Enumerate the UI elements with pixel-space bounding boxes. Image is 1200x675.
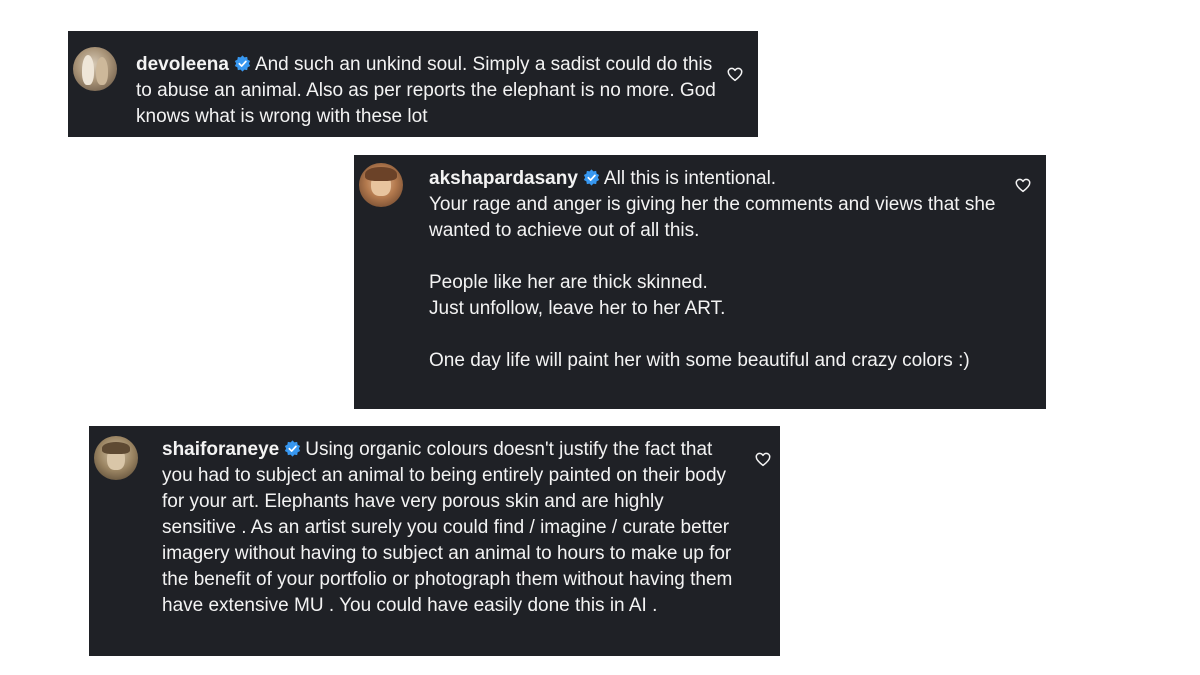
username[interactable]: akshapardasany	[429, 168, 578, 189]
heart-outline-icon[interactable]	[726, 65, 744, 83]
verified-badge-icon	[234, 55, 251, 72]
comment-text-block: akshapardasany All this is intentional. Y…	[429, 166, 1004, 374]
comment-card: akshapardasany All this is intentional. Y…	[354, 155, 1046, 409]
heart-outline-icon[interactable]	[754, 450, 772, 468]
comment-card: devoleena And such an unkind soul. Simply…	[68, 31, 758, 137]
comment-text-block: shaiforaneye Using organic colours doesn'…	[162, 437, 737, 619]
username[interactable]: shaiforaneye	[162, 439, 279, 460]
avatar[interactable]	[94, 436, 138, 480]
comment-card: shaiforaneye Using organic colours doesn'…	[89, 426, 780, 656]
heart-outline-icon[interactable]	[1014, 176, 1032, 194]
avatar[interactable]	[359, 163, 403, 207]
comment-text-block: devoleena And such an unkind soul. Simply…	[136, 52, 716, 130]
verified-badge-icon	[583, 169, 600, 186]
avatar[interactable]	[73, 47, 117, 91]
verified-badge-icon	[285, 440, 301, 457]
comment-text: Using organic colours doesn't justify th…	[162, 439, 733, 616]
username[interactable]: devoleena	[136, 54, 229, 75]
comment-text: All this is intentional. Your rage and a…	[429, 168, 996, 371]
